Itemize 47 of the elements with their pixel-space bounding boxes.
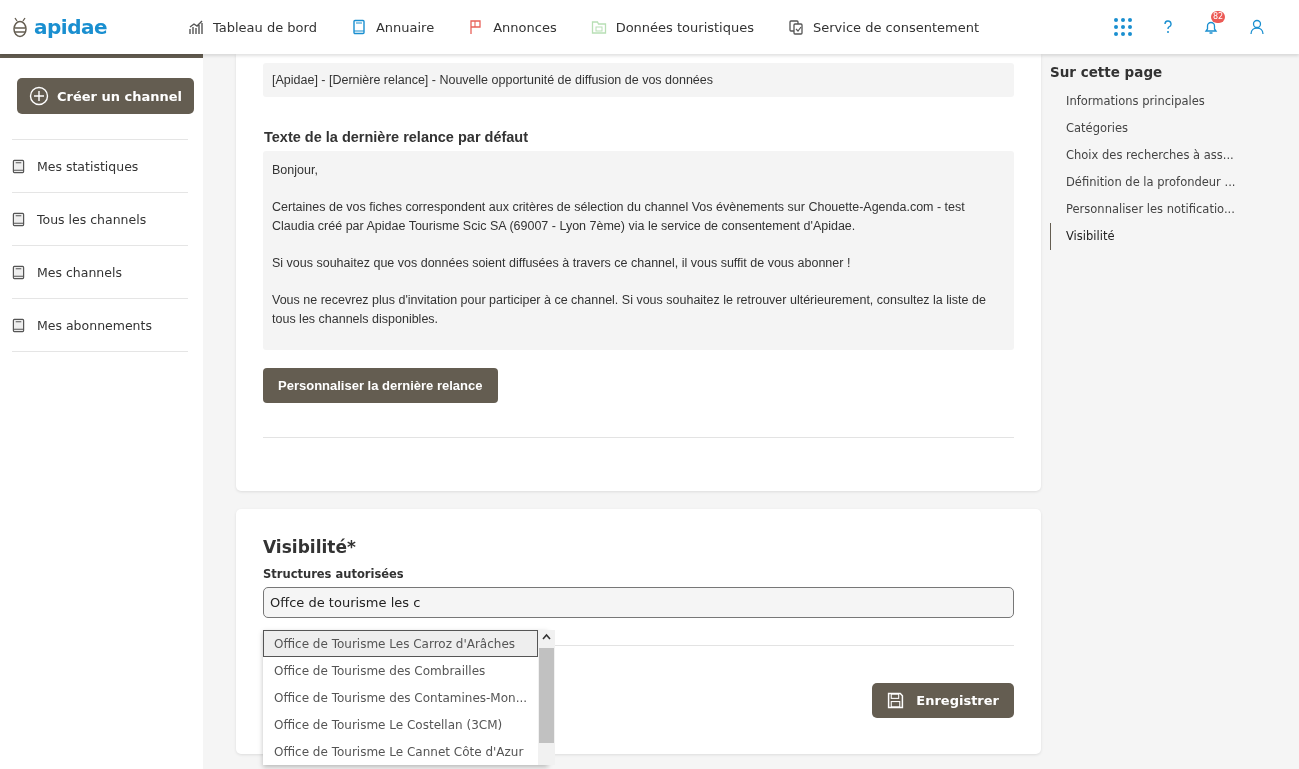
nav-link[interactable]: Annuaire [350, 19, 435, 35]
toc-link[interactable]: Visibilité [1050, 223, 1290, 250]
nav-link[interactable]: Tableau de bord [188, 19, 317, 35]
suggestion-option[interactable]: Office de Tourisme Le Costellan (3CM) [263, 711, 539, 738]
nav-link[interactable]: Données touristiques [590, 19, 754, 35]
logo-text[interactable]: apidae [34, 15, 108, 39]
save-button[interactable]: Enregistrer [872, 683, 1014, 718]
subject-field[interactable]: [Apidae] - [Dernière relance] - Nouvelle opportunité de diffusion de vos données [263, 63, 1014, 97]
suggestion-option[interactable]: Office de Tourisme Les Carroz d'Arâches [263, 630, 539, 657]
section-title: Visibilité* [263, 537, 357, 557]
user-icon[interactable] [1249, 19, 1265, 35]
toc-link[interactable]: Définition de la profondeur ... [1050, 169, 1290, 196]
documents-icon [788, 19, 804, 35]
suggestion-option[interactable]: Office de Tourisme des Combrailles [263, 657, 539, 684]
help-icon[interactable] [1163, 20, 1173, 34]
search-field[interactable]: Offce de tourisme les c [263, 587, 1014, 618]
bar-chart-icon [188, 19, 204, 35]
book-icon [12, 264, 25, 280]
plus-circle-icon [29, 86, 49, 106]
book-icon [12, 317, 25, 333]
sidebar-item[interactable]: Mes statistiques [37, 158, 139, 174]
toc-title: Sur cette page [1050, 64, 1164, 80]
field-label: Structures autorisées [263, 567, 405, 581]
notification-badge: 82 [1211, 11, 1226, 23]
suggestion-option[interactable]: Office de Tourisme Le Cannet Côte d'Azur [263, 738, 539, 765]
toc-link[interactable]: Personnaliser les notificatio... [1050, 196, 1290, 223]
sidebar-item[interactable]: Mes abonnements [37, 317, 152, 333]
bee-logo-icon [10, 16, 30, 38]
field-label: Texte de la dernière relance par défaut [264, 129, 530, 145]
book-icon [12, 158, 25, 174]
sidebar-item[interactable]: Tous les channels [37, 211, 147, 227]
scrollbar[interactable] [538, 630, 556, 765]
bell-icon[interactable] [1203, 19, 1219, 35]
suggestion-option[interactable]: Office de Tourisme des Contamines-Mon... [263, 684, 539, 711]
create-channel-button[interactable]: Créer un channel [17, 78, 195, 114]
toc-link[interactable]: Choix des recherches à ass... [1050, 142, 1290, 169]
apps-grid-icon[interactable] [1113, 17, 1133, 37]
toc-link[interactable]: Catégories [1050, 115, 1290, 142]
nav-link[interactable]: Annonces [468, 19, 557, 35]
message-field[interactable]: Bonjour, Certaines de vos fiches correspondent aux critères de sélection du channel Vos évènements sur Chouette-Agenda.com - test Claudia créé par Apidae Tourisme Scic SA (69007 - Lyon 7ème) via le service de consentement d'Apidae. Si vous souhaitez que vos données soient diffusées à travers ce channel, il vous suffit de vous abonner ! Vous ne recevrez plus d'invitation pour participer à ce channel. Si vous souhaitez le retrouver ultérieurement, consultez la liste de tous les channels disponibles. [263, 151, 1014, 350]
customize-reminder-button[interactable]: Personnaliser la dernière relance [263, 368, 498, 403]
sidebar-item[interactable]: Mes channels [37, 264, 122, 280]
toc-link[interactable]: Informations principales [1050, 88, 1290, 115]
folder-icon [590, 19, 607, 35]
nav-link[interactable]: Service de consentement [788, 19, 979, 35]
book-icon [12, 211, 25, 227]
book-icon [350, 19, 367, 35]
